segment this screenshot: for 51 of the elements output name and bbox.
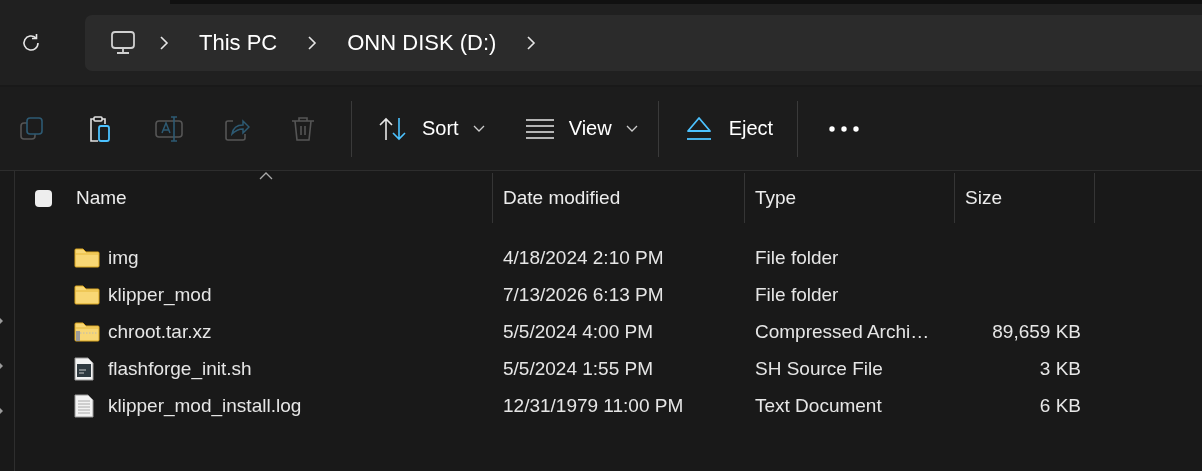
expand-chevron-icon[interactable] xyxy=(0,406,4,416)
file-type-cell: File folder xyxy=(755,283,839,306)
column-header[interactable]: Size xyxy=(965,187,1002,209)
expand-chevron-icon[interactable] xyxy=(0,316,4,326)
more-icon xyxy=(829,125,860,132)
breadcrumb-item[interactable]: This PC xyxy=(199,22,278,63)
file-size-cell: 3 KB xyxy=(1039,357,1081,380)
file-type-cell: Text Document xyxy=(755,394,882,417)
list-lines-icon xyxy=(524,117,555,140)
file-size-cell: 6 KB xyxy=(1039,394,1081,417)
folder-icon xyxy=(74,247,100,268)
date-modified-cell: 4/18/2024 2:10 PM xyxy=(503,246,664,269)
script-file-icon xyxy=(74,356,94,381)
file-size-cell: 89,659 KB xyxy=(992,320,1081,343)
file-name[interactable]: klipper_mod_install.log xyxy=(108,394,302,417)
expand-chevron-icon[interactable] xyxy=(0,361,4,371)
file-type-cell: File folder xyxy=(755,246,839,269)
chevron-down-icon xyxy=(625,124,638,133)
date-modified-cell: 5/5/2024 1:55 PM xyxy=(503,357,653,380)
sort-ascending-icon xyxy=(259,172,273,180)
column-header[interactable]: Type xyxy=(755,187,797,209)
chevron-right-icon xyxy=(307,34,318,51)
chevron-down-icon xyxy=(472,124,485,133)
rename-icon xyxy=(154,114,184,143)
chevron-right-icon xyxy=(159,34,169,51)
file-name[interactable]: flashforge_init.sh xyxy=(108,357,252,380)
select-all-checkbox[interactable] xyxy=(35,189,52,207)
file-type-cell: SH Source File xyxy=(755,357,883,380)
column-header[interactable]: Name xyxy=(76,187,127,209)
breadcrumb-item[interactable]: ONN DISK (D:) xyxy=(347,22,497,63)
date-modified-cell: 7/13/2026 6:13 PM xyxy=(503,283,664,306)
file-name[interactable]: klipper_mod xyxy=(108,283,212,306)
copy-icon xyxy=(18,114,46,143)
sort-arrows-icon xyxy=(378,115,408,142)
sort-menu-button[interactable]: Sort xyxy=(364,104,499,153)
eject-button[interactable]: Eject xyxy=(670,104,788,153)
file-name[interactable]: img xyxy=(108,246,139,269)
chevron-right-icon xyxy=(526,34,537,51)
date-modified-cell: 12/31/1979 11:00 PM xyxy=(503,394,684,417)
view-menu-button[interactable]: View xyxy=(510,104,652,153)
folder-icon xyxy=(74,284,100,305)
file-name[interactable]: chroot.tar.xz xyxy=(108,320,212,343)
address-bar[interactable]: This PC ONN DISK (D:) xyxy=(85,14,1202,71)
text-file-icon xyxy=(74,393,94,418)
file-type-cell: Compressed Archi… xyxy=(755,320,930,343)
eject-icon xyxy=(684,115,713,142)
column-header[interactable]: Date modified xyxy=(503,187,621,209)
computer-icon xyxy=(109,28,137,57)
trash-icon xyxy=(290,114,316,143)
date-modified-cell: 5/5/2024 4:00 PM xyxy=(503,320,653,343)
zipped-folder-icon xyxy=(74,321,100,342)
